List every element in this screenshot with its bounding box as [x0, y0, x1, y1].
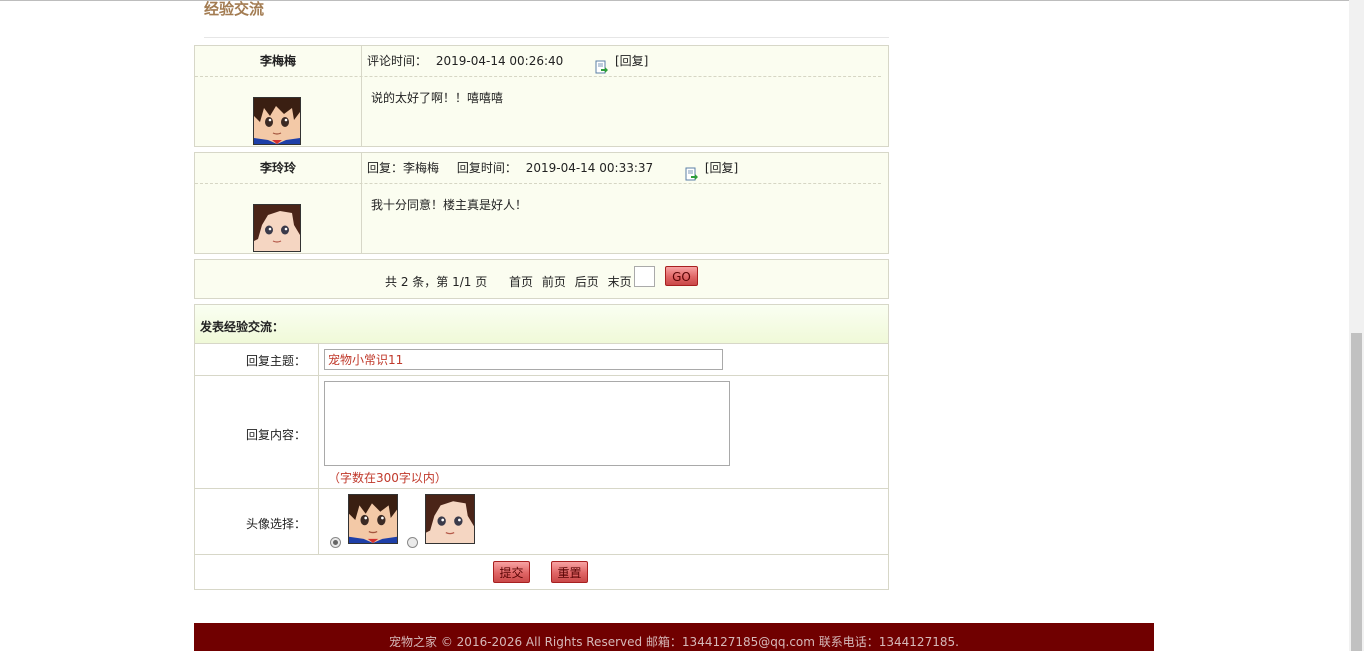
comment-time: 2019-04-14 00:26:40 [435, 54, 564, 68]
content-label: 回复内容： [245, 428, 306, 442]
top-border [0, 0, 1350, 1]
subject-label: 回复主题： [245, 354, 306, 368]
section-divider [204, 37, 889, 38]
reply-icon[interactable] [595, 55, 609, 73]
vertical-scrollbar[interactable] [1349, 0, 1364, 651]
reply-form: 发表经验交流： 回复主题： 回复内容： （字数在300字以内） 头像选择： [194, 304, 889, 590]
comment-item: 李玲玲 回复：李梅梅 回复时间： 2019-04-14 00:33:37 [回复… [194, 152, 889, 254]
content-textarea[interactable] [324, 381, 730, 466]
section-title: 经验交流 [204, 0, 265, 18]
comment-author: 李玲玲 [259, 161, 296, 175]
reply-link[interactable]: [回复] [615, 46, 648, 76]
avatar-option-boy[interactable] [348, 494, 398, 544]
pagination: 共 2 条，第 1/1 页 首页 前页 后页 末页 GO [194, 259, 889, 299]
avatar-option-girl[interactable] [425, 494, 475, 544]
last-page-link[interactable]: 末页 [608, 275, 632, 289]
reply-to-user: 李梅梅 [403, 161, 440, 175]
comment-time: 2019-04-14 00:33:37 [525, 161, 654, 175]
subject-input[interactable] [324, 349, 723, 370]
avatar-girl-radio[interactable] [407, 537, 418, 548]
prev-page-link[interactable]: 前页 [542, 275, 566, 289]
site-footer: 宠物之家 © 2016-2026 All Rights Reserved 邮箱：… [194, 623, 1154, 651]
scrollbar-thumb[interactable] [1351, 333, 1362, 651]
page-number-input[interactable] [634, 266, 655, 287]
avatar-boy-image [253, 97, 301, 145]
comment-meta: 回复：李梅梅 回复时间： 2019-04-14 00:33:37 [回复] [367, 153, 738, 183]
first-page-link[interactable]: 首页 [509, 275, 533, 289]
go-button[interactable]: GO [665, 266, 698, 286]
form-title: 发表经验交流： [200, 320, 285, 334]
avatar-girl-image [253, 204, 301, 252]
comment-meta: 评论时间： 2019-04-14 00:26:40 [回复] [367, 46, 648, 76]
reset-button[interactable]: 重置 [551, 561, 588, 583]
next-page-link[interactable]: 后页 [575, 275, 599, 289]
avatar-boy-radio[interactable] [330, 537, 341, 548]
comment-item: 李梅梅 评论时间： 2019-04-14 00:26:40 [回复] 说的太好了… [194, 45, 889, 147]
comment-content: 说的太好了啊！！嘻嘻嘻 [371, 91, 504, 105]
reply-link[interactable]: [回复] [705, 153, 738, 183]
page-summary: 共 2 条，第 1/1 页 [385, 275, 488, 289]
comment-author: 李梅梅 [259, 54, 296, 68]
reply-icon[interactable] [685, 162, 699, 180]
comment-content: 我十分同意！楼主真是好人！ [371, 198, 528, 212]
avatar-label: 头像选择： [245, 517, 306, 531]
submit-button[interactable]: 提交 [493, 561, 530, 583]
content-hint: （字数在300字以内） [328, 471, 447, 485]
